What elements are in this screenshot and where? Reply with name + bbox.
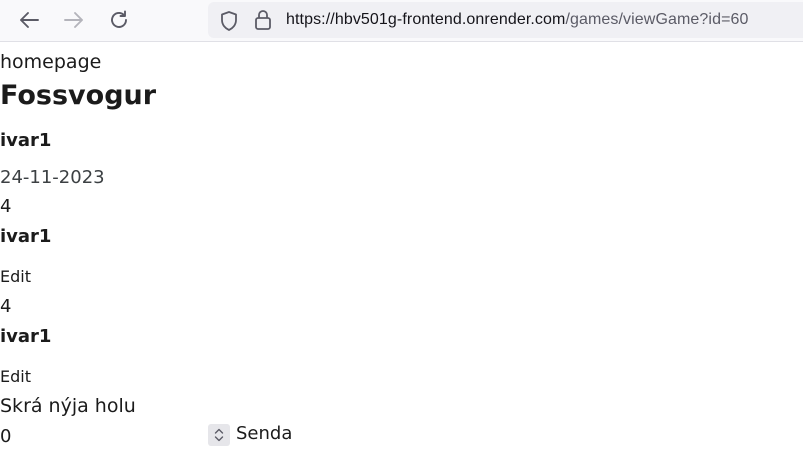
- arrow-right-icon: [64, 12, 83, 28]
- address-bar[interactable]: https://hbv501g-frontend.onrender.com/ga…: [208, 2, 803, 38]
- edit-link[interactable]: Edit: [0, 267, 31, 286]
- new-hole-input[interactable]: [0, 424, 232, 448]
- reload-button[interactable]: [104, 6, 134, 34]
- lock-icon[interactable]: [254, 9, 272, 31]
- game-title: Fossvogur: [0, 80, 157, 111]
- back-button[interactable]: [14, 6, 44, 34]
- forward-button[interactable]: [59, 6, 89, 34]
- reload-icon: [111, 10, 127, 28]
- hole-score: 4: [0, 296, 12, 317]
- number-spinner[interactable]: [208, 424, 230, 446]
- new-hole-label: Skrá nýja holu: [0, 395, 136, 417]
- hole-player: ivar1: [0, 326, 52, 347]
- hole-score: 4: [0, 196, 12, 217]
- game-date: 24-11-2023: [0, 167, 105, 188]
- submit-button[interactable]: Senda: [236, 423, 292, 444]
- url-path: /games/viewGame?id=60: [565, 11, 749, 28]
- url-host: https://hbv501g-frontend.onrender.com: [286, 11, 566, 28]
- browser-toolbar: https://hbv501g-frontend.onrender.com/ga…: [0, 0, 803, 42]
- homepage-link[interactable]: homepage: [0, 51, 101, 73]
- shield-icon[interactable]: [219, 10, 239, 32]
- url-text[interactable]: https://hbv501g-frontend.onrender.com/ga…: [286, 11, 749, 29]
- arrow-left-icon: [20, 12, 39, 28]
- spinner-arrows-icon: [214, 428, 224, 442]
- hole-player: ivar1: [0, 226, 52, 247]
- game-owner: ivar1: [0, 130, 52, 151]
- edit-link[interactable]: Edit: [0, 367, 31, 386]
- new-hole-form: Senda: [0, 423, 300, 450]
